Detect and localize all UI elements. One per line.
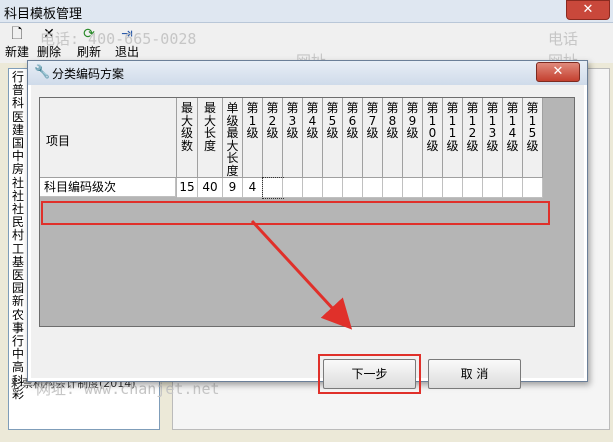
coding-scheme-dialog: 🔧 分类编码方案 ✕ 项目 最大级数 最大长度 单级最大长度 第1级 第2级 第3级… — [27, 60, 588, 394]
template-list-text: 行普科医建国中房社社社民村工基医园新农事行中高科彩 — [12, 70, 25, 401]
new-button[interactable]: 🗋 新建 — [2, 25, 32, 61]
window-close-button[interactable]: ✕ — [566, 0, 610, 20]
window-titlebar: 科目模板管理 ✕ — [0, 0, 613, 23]
annotation-arrow — [250, 219, 353, 330]
watermark-short: 电话 — [548, 30, 579, 48]
new-icon: 🗋 — [11, 26, 23, 42]
window-title: 科目模板管理 — [4, 7, 83, 22]
watermark-phone: 电话: 400-665-0028 — [40, 30, 197, 48]
new-label: 新建 — [4, 45, 29, 59]
